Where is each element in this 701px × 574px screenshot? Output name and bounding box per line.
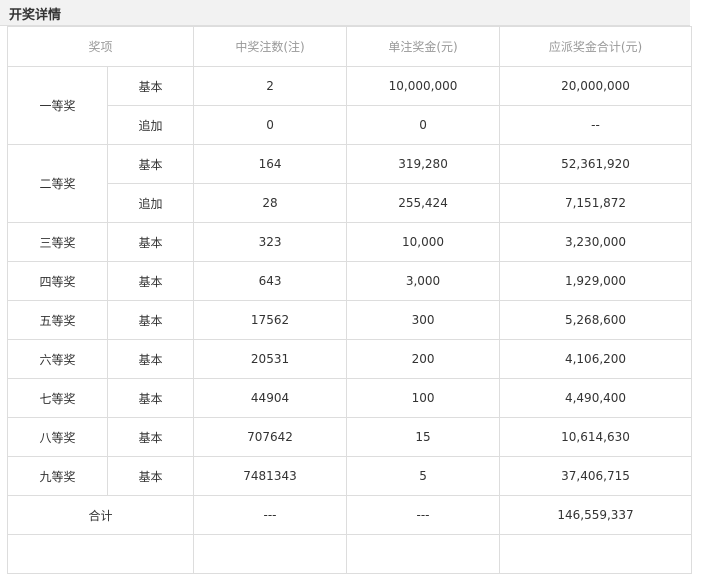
prize-type: 基本	[106, 222, 195, 262]
prize-type: 基本	[106, 66, 195, 106]
unit-prize: 10,000,000	[346, 66, 501, 106]
table-row: 五等奖 基本 17562 300 5,268,600	[7, 300, 693, 340]
table-row: 六等奖 基本 20531 200 4,106,200	[7, 339, 693, 379]
prize-table: 奖项 中奖注数(注) 单注奖金(元) 应派奖金合计(元) 一等奖 基本 2 10,00…	[6, 26, 693, 574]
winner-count: 20531	[193, 339, 348, 379]
prize-level: 六等奖	[7, 339, 108, 379]
winner-count: 707642	[193, 417, 348, 457]
total-prize: 20,000,000	[499, 66, 693, 106]
winner-count: 643	[193, 261, 348, 301]
unit-prize: 5	[346, 456, 501, 496]
total-prize: 4,106,200	[499, 339, 693, 379]
unit-prize: 300	[346, 300, 501, 340]
total-prize: 52,361,920	[499, 144, 693, 184]
prize-type: 基本	[106, 378, 195, 418]
unit-prize: 10,000	[346, 222, 501, 262]
prize-type: 基本	[106, 300, 195, 340]
table-row: 三等奖 基本 323 10,000 3,230,000	[7, 222, 693, 262]
table-header-row: 奖项 中奖注数(注) 单注奖金(元) 应派奖金合计(元)	[6, 26, 693, 67]
column-header-unit-prize: 单注奖金(元)	[346, 26, 501, 67]
prize-type: 基本	[106, 456, 195, 496]
prize-type: 追加	[106, 105, 195, 145]
total-prize: --	[499, 105, 693, 145]
column-header-prize: 奖项	[6, 26, 195, 67]
winner-count: 44904	[193, 378, 348, 418]
section-header: 开奖详情	[0, 0, 690, 26]
unit-prize: 15	[346, 417, 501, 457]
prize-type: 追加	[106, 183, 195, 223]
summary-row: 合计 --- --- 146,559,337	[6, 495, 693, 535]
prize-level: 九等奖	[7, 456, 108, 496]
winner-count: 7481343	[193, 456, 348, 496]
total-prize: 10,614,630	[499, 417, 693, 457]
empty-cell	[6, 534, 195, 574]
prize-type: 基本	[106, 339, 195, 379]
table-row: 追加 28 255,424 7,151,872	[8, 183, 693, 223]
unit-prize: 200	[346, 339, 501, 379]
total-prize: 5,268,600	[499, 300, 693, 340]
total-prize: 1,929,000	[499, 261, 693, 301]
prize-level: 三等奖	[7, 222, 108, 262]
winner-count: 323	[193, 222, 348, 262]
table-row: 四等奖 基本 643 3,000 1,929,000	[7, 261, 693, 301]
winner-count: 0	[193, 105, 348, 145]
total-prize: 3,230,000	[499, 222, 693, 262]
section-title: 开奖详情	[9, 8, 62, 23]
summary-total-prize: 146,559,337	[499, 495, 693, 535]
table-row: 二等奖 基本 164 319,280 52,361,920	[7, 144, 693, 223]
unit-prize: 100	[346, 378, 501, 418]
winner-count: 164	[193, 144, 348, 184]
empty-cell	[193, 534, 348, 574]
winner-count: 28	[193, 183, 348, 223]
summary-label: 合计	[6, 495, 195, 535]
prize-level: 八等奖	[7, 417, 108, 457]
table-row: 九等奖 基本 7481343 5 37,406,715	[7, 456, 693, 496]
summary-unit-prize: ---	[346, 495, 501, 535]
total-prize: 7,151,872	[499, 183, 693, 223]
prize-level: 二等奖	[7, 144, 108, 223]
column-header-total-prize: 应派奖金合计(元)	[499, 26, 693, 67]
empty-cell	[499, 534, 693, 574]
table-row: 七等奖 基本 44904 100 4,490,400	[7, 378, 693, 418]
prize-table-body: 一等奖 基本 2 10,000,000 20,000,000 追加 0 0 -- 二等奖 基本 164…	[6, 66, 693, 574]
prize-level: 四等奖	[7, 261, 108, 301]
empty-cell	[346, 534, 501, 574]
prize-level: 一等奖	[7, 66, 108, 145]
table-row: 追加 0 0 --	[8, 105, 693, 145]
unit-prize: 319,280	[346, 144, 501, 184]
prize-type: 基本	[106, 417, 195, 457]
prize-level: 七等奖	[7, 378, 108, 418]
total-prize: 37,406,715	[499, 456, 693, 496]
column-header-count: 中奖注数(注)	[193, 26, 348, 67]
prize-type: 基本	[106, 261, 195, 301]
prize-level: 五等奖	[7, 300, 108, 340]
unit-prize: 255,424	[346, 183, 501, 223]
prize-type: 基本	[106, 144, 195, 184]
table-row-partial	[6, 534, 693, 574]
table-row: 八等奖 基本 707642 15 10,614,630	[7, 417, 693, 457]
table-row: 一等奖 基本 2 10,000,000 20,000,000	[7, 66, 693, 145]
total-prize: 4,490,400	[499, 378, 693, 418]
unit-prize: 0	[346, 105, 501, 145]
winner-count: 2	[193, 66, 348, 106]
summary-count: ---	[193, 495, 348, 535]
winner-count: 17562	[193, 300, 348, 340]
unit-prize: 3,000	[346, 261, 501, 301]
